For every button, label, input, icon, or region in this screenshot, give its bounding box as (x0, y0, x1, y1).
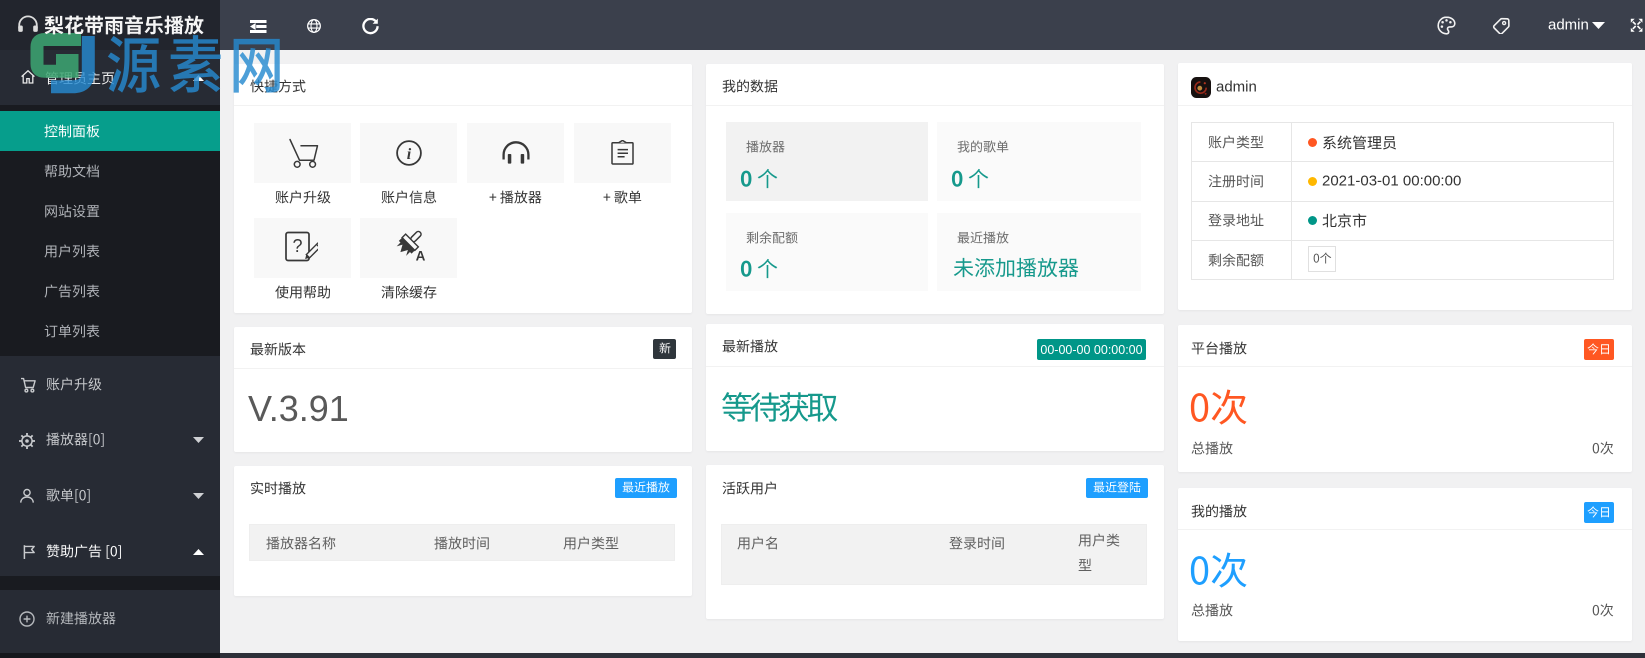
svg-text:i: i (406, 145, 411, 162)
svg-text:?: ? (292, 236, 302, 256)
svg-text:A: A (415, 249, 425, 264)
